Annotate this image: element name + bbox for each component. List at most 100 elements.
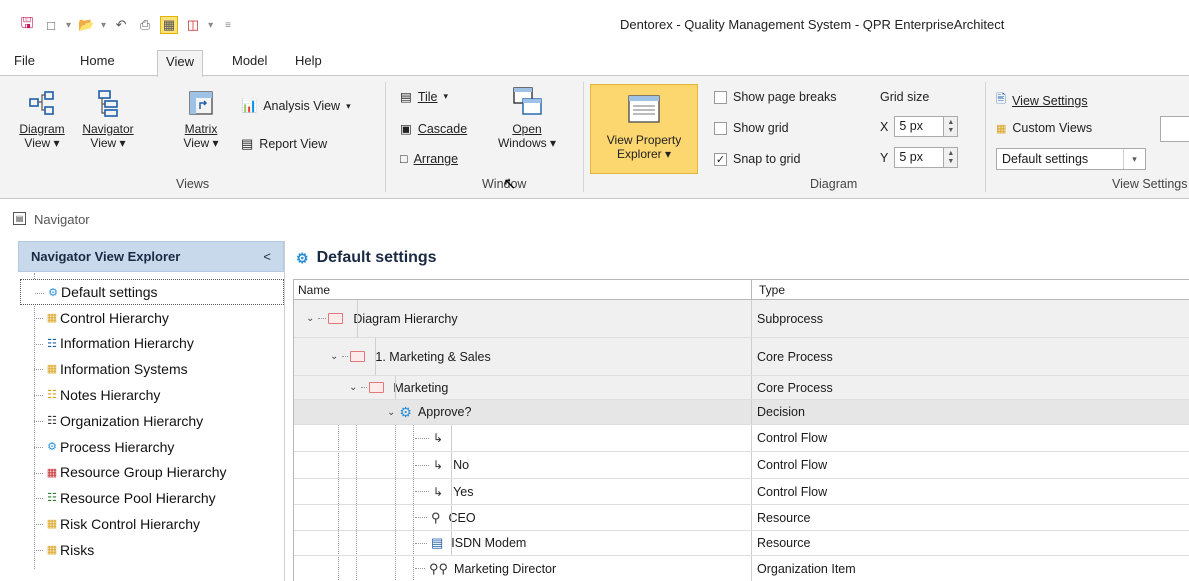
explorer-item-notes-hierarchy[interactable]: ☷ Notes Hierarchy [20,382,284,408]
explorer-item-label: Control Hierarchy [60,309,169,326]
row-name-cell: ⌄ 1. Marketing & Sales [330,338,491,375]
tab-home[interactable]: Home [76,50,119,76]
chevron-down-icon[interactable]: ⌄ [330,351,338,362]
dropdown-icon[interactable]: ▾ [101,20,106,31]
explorer-item-resource-pool-hierarchy[interactable]: ☷ Resource Pool Hierarchy [20,485,284,511]
column-header-type[interactable]: Type [759,283,785,297]
diagram-view-label: Diagram [19,122,65,136]
tab-view[interactable]: View [157,50,203,77]
new-icon[interactable]: □ [42,16,60,34]
frame-icon[interactable]: ▦ [160,16,179,34]
table-row[interactable]: ⌄ 1. Marketing & Sales Core Process [294,338,1189,376]
show-grid-label: Show grid [733,121,789,135]
explorer-item-risk-control-hierarchy[interactable]: ▦ Risk Control Hierarchy [20,511,284,537]
spinner-arrows-icon[interactable]: ▲ ▼ [944,147,959,168]
chevron-down-icon[interactable]: ⌄ [387,407,395,418]
cascade-button[interactable]: ▣ Cascade [400,121,467,137]
row-name-cell: ⚲ CEO [415,505,476,530]
snap-to-grid-checkbox[interactable]: ✓ Snap to grid [714,152,800,166]
view-property-explorer-button[interactable]: View Property Explorer ▾ [590,84,698,174]
dropdown-icon[interactable]: ▾ [208,20,213,31]
diagram-view-button[interactable]: Diagram View ▾ [18,84,66,150]
column-header-name[interactable]: Name [298,283,330,297]
open-windows-button[interactable]: Open Windows ▾ [487,84,567,150]
navigator-view-label: Navigator [82,122,134,136]
view-settings-button[interactable]: 🖹 View Settings [996,90,1088,111]
open-icon[interactable]: 📂 [77,16,95,34]
table-row[interactable]: ⌄ Marketing Core Process [294,376,1189,400]
grid-x-axis: X [880,119,889,134]
explorer-item-label: Information Hierarchy [60,335,194,352]
explorer-item-label: Resource Group Hierarchy [60,464,227,481]
explorer-item-organization-hierarchy[interactable]: ☷ Organization Hierarchy [20,408,284,434]
tile-button[interactable]: ▤ Tile ▾ [400,89,448,105]
custom-views-icon: ▦ [996,122,1007,135]
view-settings-label: View Settings [1012,93,1088,108]
tab-help[interactable]: Help [291,50,326,76]
print-icon[interactable]: ⎙ [136,16,154,34]
row-type: Resource [757,536,811,550]
explorer-item-risks[interactable]: ▦ Risks [20,537,284,563]
explorer-item-label: Process Hierarchy [60,438,175,455]
chevron-down-icon[interactable]: ⌄ [306,313,314,324]
chevron-down-icon[interactable]: ▾ [1123,149,1145,169]
arrange-label: Arrange [413,152,459,166]
grid-header: Name Type [294,280,1189,300]
table-row[interactable]: ↳ Yes Control Flow [294,479,1189,505]
control-hierarchy-icon: ▦ [46,311,58,324]
matrix-view-icon [176,84,226,122]
explorer-item-default-settings[interactable]: ⚙ Default settings [20,279,284,305]
report-view-button[interactable]: ▤ Report View [241,136,327,152]
row-type: Resource [757,510,811,525]
chevron-down-icon[interactable]: ⌄ [349,382,357,393]
grid-x-input[interactable]: 5 px [894,116,945,137]
dropdown-icon[interactable]: ▾ [66,20,71,31]
grid-x-stepper[interactable]: X 5 px ▲ ▼ [880,116,959,137]
view-settings-select[interactable]: Default settings ▾ [996,148,1146,170]
table-row[interactable]: ▤ ISDN Modem Resource [294,531,1189,556]
table-row[interactable]: ⚲⚲ Marketing Director Organization Item [294,556,1189,581]
flow-arrow-icon: ↳ [433,484,444,499]
view-property-label: View Property [606,133,682,147]
row-name: Marketing Director [454,561,557,576]
tile-icon: ▤ [400,90,412,104]
explorer-item-process-hierarchy[interactable]: ⚙ Process Hierarchy [20,434,284,460]
customize-icon[interactable]: ≡ [225,20,231,31]
explorer-item-resource-group-hierarchy[interactable]: ▦ Resource Group Hierarchy [20,460,284,486]
matrix-view-button[interactable]: Matrix View ▾ [176,84,226,150]
explorer-item-control-hierarchy[interactable]: ▦ Control Hierarchy [20,305,284,331]
grid-y-input[interactable]: 5 px [894,147,945,168]
show-page-breaks-checkbox[interactable]: Show page breaks [714,90,837,104]
search-box[interactable] [1160,116,1189,142]
show-grid-checkbox[interactable]: Show grid [714,121,789,135]
custom-views-button[interactable]: ▦ Custom Views [996,121,1092,135]
tab-model[interactable]: Model [228,50,271,76]
tab-file[interactable]: File [10,50,39,76]
collapse-icon[interactable]: < [263,249,271,264]
spinner-arrows-icon[interactable]: ▲ ▼ [944,116,959,137]
navigator-view-button[interactable]: Navigator View ▾ [73,84,143,150]
navigator-icon: ▤ [13,212,26,225]
grid-y-stepper[interactable]: Y 5 px ▲ ▼ [880,147,959,168]
explorer-header: Navigator View Explorer < [18,241,284,272]
column-divider [751,531,752,555]
table-row[interactable]: ⌄ Diagram Hierarchy Subprocess [294,300,1189,338]
save-icon[interactable]: 🖫 [18,15,36,34]
table-row[interactable]: ↳ Control Flow [294,425,1189,452]
explorer-title: Navigator View Explorer [31,249,181,264]
diagram-view-icon [18,84,66,122]
property-explorer-icon [591,85,697,133]
table-row[interactable]: ↳ No Control Flow [294,452,1189,479]
layout-icon[interactable]: ◫ [184,16,202,34]
row-type: Core Process [757,380,833,395]
table-row[interactable]: ⌄ ⚙ Approve? Decision [294,400,1189,425]
table-row[interactable]: ⚲ CEO Resource [294,505,1189,531]
explorer-item-information-hierarchy[interactable]: ☷ Information Hierarchy [20,331,284,357]
arrange-button[interactable]: □ Arrange [400,152,458,166]
explorer-item-information-systems[interactable]: ▦ Information Systems [20,356,284,382]
cell-divider [451,505,452,530]
flow-arrow-icon: ↳ [433,458,444,472]
checkbox-icon [714,90,727,104]
undo-icon[interactable]: ↶ [112,16,130,34]
analysis-view-button[interactable]: 📊 Analysis View ▾ [241,98,351,114]
